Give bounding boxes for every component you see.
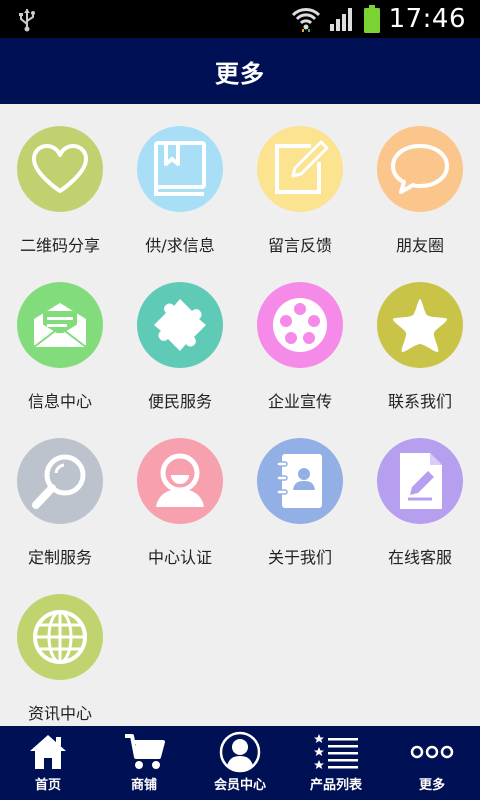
home-icon (30, 735, 66, 769)
grid-item-contact-us[interactable]: 联系我们 (360, 260, 480, 416)
star-icon (392, 299, 448, 353)
grid-item-label: 留言反馈 (267, 236, 332, 255)
grid-item-promotion[interactable]: 企业宣传 (240, 260, 360, 416)
bottom-nav: 首页 商铺 会员中心 产品列表 更多 (0, 726, 480, 800)
grid-item-label: 联系我们 (387, 392, 452, 411)
globe-icon (33, 610, 87, 664)
grid-item-about-us[interactable]: 关于我们 (240, 416, 360, 572)
nav-label: 会员中心 (213, 778, 266, 793)
page-header: 更多 (0, 38, 480, 104)
signal-icon (329, 8, 352, 31)
grid-item-news-center[interactable]: 资讯中心 (0, 572, 120, 728)
nav-shop[interactable]: 商铺 (96, 726, 192, 800)
book-icon (154, 141, 206, 196)
puzzle-icon (154, 299, 206, 351)
grid-item-certification[interactable]: 中心认证 (120, 416, 240, 572)
grid-item-icon-bg (17, 594, 103, 680)
grid-item-convenience[interactable]: 便民服务 (120, 260, 240, 416)
grid-item-label: 中心认证 (147, 548, 212, 567)
usb-icon (19, 9, 35, 32)
film-reel-icon (273, 298, 327, 352)
status-bar: 17:46 (0, 0, 480, 38)
grid-item-custom-service[interactable]: 定制服务 (0, 416, 120, 572)
edit-note-icon (275, 140, 329, 194)
nav-product-list[interactable]: 产品列表 (288, 726, 384, 800)
nav-home[interactable]: 首页 (0, 726, 96, 800)
grid-item-qr-share[interactable]: 二维码分享 (0, 104, 120, 260)
nav-label: 更多 (418, 778, 445, 793)
document-icon (400, 453, 442, 509)
grid-item-label: 便民服务 (147, 392, 212, 411)
grid-item-icon-bg (377, 282, 463, 368)
clock: 17:46 (388, 4, 466, 34)
grid-item-label: 企业宣传 (267, 392, 332, 411)
grid-item-icon-bg (17, 282, 103, 368)
grid-item-icon-bg (257, 282, 343, 368)
nav-more[interactable]: 更多 (384, 726, 480, 800)
grid-item-icon-bg (257, 126, 343, 212)
grid-item-label: 在线客服 (387, 548, 452, 567)
grid-item-feedback[interactable]: 留言反馈 (240, 104, 360, 260)
wifi-icon (291, 8, 320, 32)
magnifier-icon (32, 454, 86, 509)
grid-item-info-center[interactable]: 信息中心 (0, 260, 120, 416)
nav-label: 首页 (34, 778, 61, 793)
grid-item-icon-bg (137, 282, 223, 368)
page-title: 更多 (215, 59, 265, 88)
contact-book-icon (276, 454, 322, 508)
mail-icon (33, 303, 87, 348)
battery-icon (363, 5, 380, 33)
more-icon (410, 745, 454, 759)
nav-label: 商铺 (130, 778, 157, 793)
grid-item-label: 关于我们 (267, 548, 332, 567)
list-icon (314, 734, 358, 769)
grid-item-icon-bg (17, 438, 103, 524)
grid-item-label: 朋友圈 (395, 236, 444, 255)
grid-item-label: 信息中心 (27, 392, 92, 411)
grid-item-label: 资讯中心 (27, 704, 92, 723)
grid-item-icon-bg (377, 438, 463, 524)
heart-icon (32, 144, 88, 193)
grid-item-label: 供/求信息 (145, 236, 215, 255)
user-icon (156, 453, 204, 507)
grid-item-online-service[interactable]: 在线客服 (360, 416, 480, 572)
grid-item-icon-bg (17, 126, 103, 212)
member-icon (219, 731, 261, 773)
feature-grid: 二维码分享 供/求信息 留言反馈 朋友圈 信息中心 便民服务 企业宣传 联系我们… (0, 104, 480, 726)
grid-item-supply-demand[interactable]: 供/求信息 (120, 104, 240, 260)
cart-icon (125, 734, 165, 769)
grid-item-label: 定制服务 (27, 548, 92, 567)
grid-item-friends-circle[interactable]: 朋友圈 (360, 104, 480, 260)
grid-item-icon-bg (137, 438, 223, 524)
speech-bubble-icon (391, 144, 449, 194)
nav-label: 产品列表 (309, 778, 362, 793)
grid-item-icon-bg (257, 438, 343, 524)
nav-member-center[interactable]: 会员中心 (192, 726, 288, 800)
grid-item-icon-bg (377, 126, 463, 212)
grid-item-icon-bg (137, 126, 223, 212)
grid-item-label: 二维码分享 (19, 236, 100, 255)
